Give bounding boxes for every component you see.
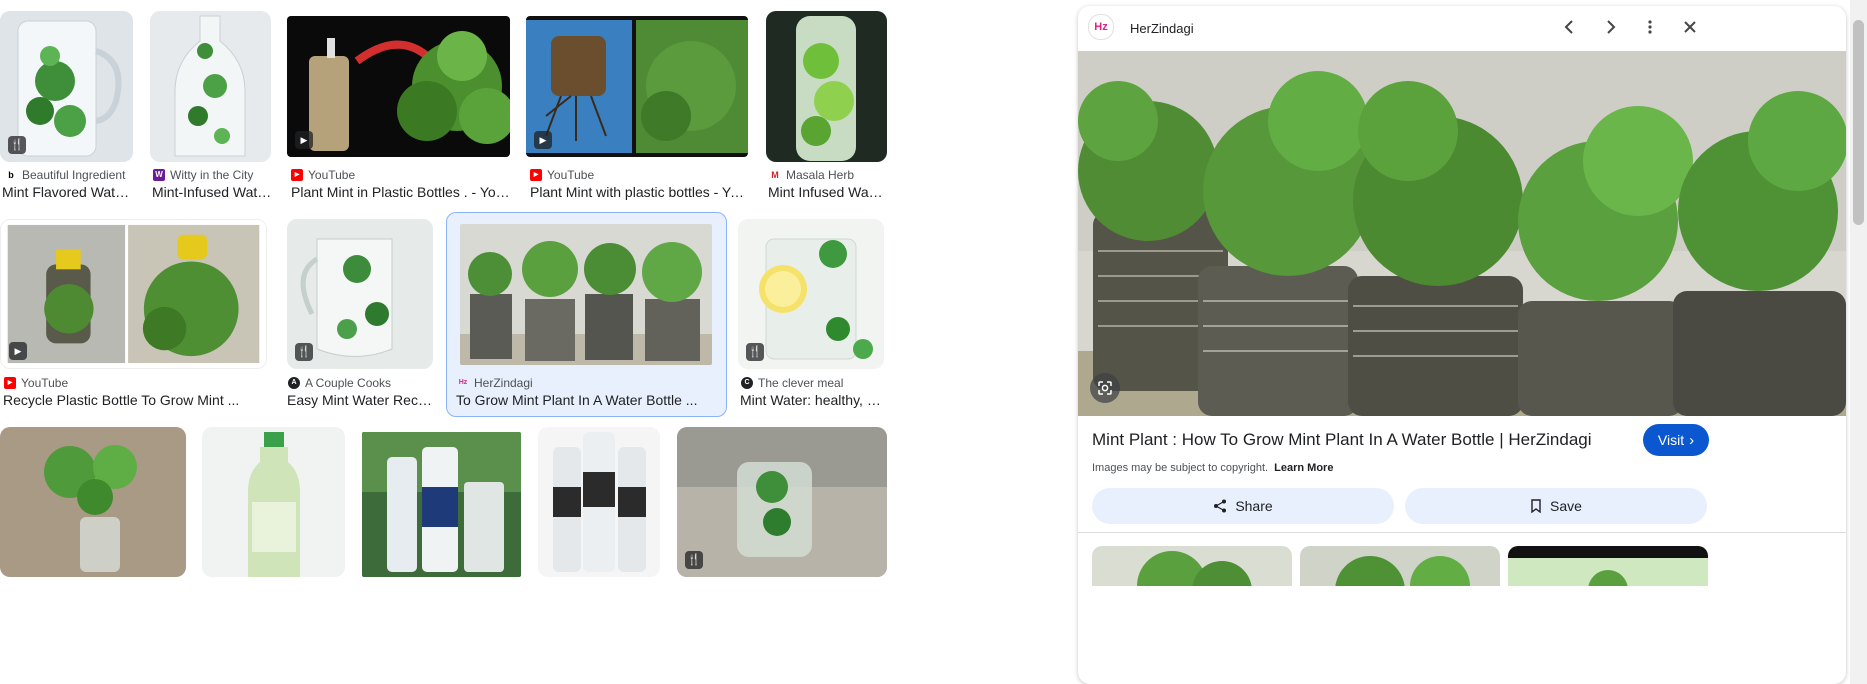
result-source: C The clever meal [741,375,843,391]
favicon-icon: W [153,169,165,181]
related-image-3[interactable] [1508,546,1708,586]
result-title[interactable]: To Grow Mint Plant In A Water Bottle ... [456,392,714,408]
youtube-thumbnail-image [1,220,266,368]
chevron-right-icon [1607,20,1616,34]
close-panel-button[interactable] [1676,13,1704,41]
mint-water-bottles-image [538,427,660,577]
result-image-6[interactable]: ▶ [0,219,267,369]
result-source: Hz HerZindagi [458,376,533,390]
result-image-1[interactable]: 🍴 [0,11,133,162]
share-button[interactable]: Share [1092,488,1394,524]
favicon-icon: A [288,377,300,389]
bottle-image [150,11,271,162]
result-image-5[interactable] [766,11,887,162]
recipe-badge-icon: 🍴 [746,343,764,361]
recipe-badge-icon: 🍴 [295,343,313,361]
play-badge-icon: ▶ [534,131,552,149]
next-image-button[interactable] [1596,13,1624,41]
chevron-left-icon [1564,20,1573,34]
result-title[interactable]: Plant Mint with plastic bottles - YouTub… [530,184,750,200]
youtube-favicon-icon: ▶ [530,169,542,181]
result-image-7[interactable]: 🍴 [287,219,433,369]
share-icon [1214,499,1227,513]
google-lens-icon [1098,381,1112,395]
site-name[interactable]: HerZindagi [1130,21,1194,36]
favicon-icon: b [8,170,14,180]
result-title[interactable]: Mint Infused Water... [768,184,886,200]
visit-button[interactable]: Visit › [1643,424,1709,456]
result-title[interactable]: Mint Water: healthy, eas... [740,392,884,408]
result-image-2[interactable] [150,11,271,162]
result-source: b Beautiful Ingredient [5,167,125,183]
result-image-9[interactable]: 🍴 [738,219,884,369]
result-source: W Witty in the City [153,167,253,183]
recipe-badge-icon: 🍴 [685,551,703,569]
favicon-icon: M [771,170,779,180]
result-title[interactable]: Plant Mint in Plastic Bottles . - YouTub… [291,184,511,200]
mint-pots-large-image [1078,51,1846,416]
site-logo-icon: Hz [1088,14,1114,40]
close-icon [1684,21,1696,33]
related-image-2[interactable] [1300,546,1500,586]
herzindagi-favicon-icon: Hz [458,379,468,386]
youtube-thumbnail-image [526,16,748,157]
preview-image[interactable] [1078,51,1846,416]
result-image-12[interactable] [362,432,521,577]
more-vert-icon [1648,20,1652,34]
bookmark-icon [1531,499,1541,513]
lens-search-button[interactable] [1090,373,1120,403]
result-source: M Masala Herb [769,167,854,183]
recipe-badge-icon: 🍴 [8,136,26,154]
image-preview-panel: Hz HerZindagi Mint Plant: How To Grow M… [1078,6,1846,684]
result-image-4[interactable]: ▶ [526,16,748,157]
mint-sprig-image [0,427,186,577]
result-source: ▶ YouTube [291,167,355,183]
save-button[interactable]: Save [1405,488,1707,524]
favicon-icon: C [741,377,753,389]
bottled-water-image [202,427,345,577]
result-title[interactable]: Easy Mint Water Recipe ... [287,392,433,408]
learn-more-link[interactable]: Learn More [1274,462,1333,474]
mint-bottles-image [362,432,521,577]
result-image-11[interactable] [202,427,345,577]
result-title[interactable]: Mint Flavored Water ... [2,184,132,200]
related-mint-image [1137,551,1252,586]
play-badge-icon: ▶ [9,342,27,360]
result-image-13[interactable] [538,427,660,577]
chevron-right-icon: › [1689,431,1695,449]
infused-bottle-image [766,11,887,162]
related-mint-image [1335,556,1470,586]
preview-title[interactable]: Mint Plant : How To Grow Mint Plant In A… [1092,430,1612,450]
result-image-3[interactable]: ▶ [287,16,510,157]
related-mint-image [1508,558,1708,586]
result-title[interactable]: Recycle Plastic Bottle To Grow Mint ... [3,392,263,408]
result-source: A A Couple Cooks [288,375,391,391]
page-scrollbar-thumb[interactable] [1853,20,1864,225]
previous-image-button[interactable] [1556,13,1584,41]
more-options-button[interactable] [1636,13,1664,41]
result-image-10[interactable] [0,427,186,577]
youtube-favicon-icon: ▶ [4,377,16,389]
youtube-thumbnail-image [287,16,510,157]
result-title[interactable]: Mint-Infused Water... [152,184,272,200]
mint-pots-image [460,224,712,365]
related-image-1[interactable] [1092,546,1292,586]
result-image-8[interactable] [460,224,712,365]
divider [1078,532,1846,533]
result-image-14[interactable]: 🍴 [677,427,887,577]
result-source: ▶ YouTube [4,375,68,391]
mint-glass-wood-image [677,427,887,577]
result-source: ▶ YouTube [530,167,594,183]
youtube-favicon-icon: ▶ [291,169,303,181]
play-badge-icon: ▶ [295,131,313,149]
copyright-note: Images may be subject to copyright. Lear… [1092,462,1334,474]
